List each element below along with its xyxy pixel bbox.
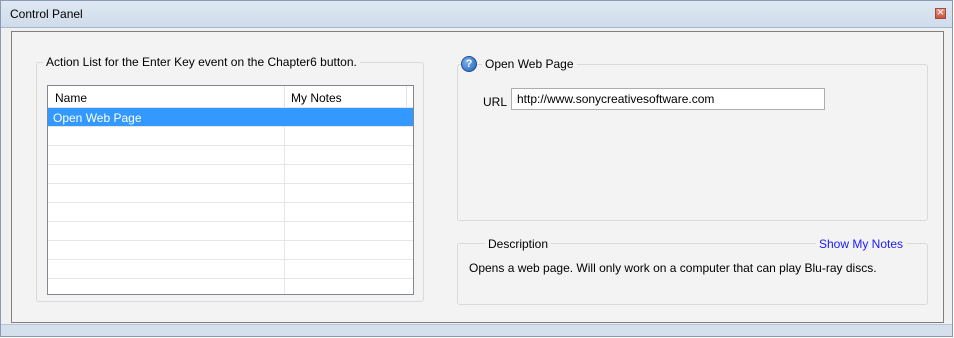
table-row[interactable] <box>48 165 413 184</box>
help-icon[interactable]: ? <box>461 56 477 72</box>
action-list[interactable]: Name My Notes Open Web Page <box>47 85 414 295</box>
row-notes-cell <box>285 108 406 126</box>
table-row[interactable]: Open Web Page <box>48 108 413 127</box>
description-label: Description <box>485 237 552 251</box>
description-text: Opens a web page. Will only work on a co… <box>469 261 877 275</box>
table-row[interactable] <box>48 241 413 260</box>
window-title: Control Panel <box>10 7 83 21</box>
show-my-notes-link[interactable]: Show My Notes <box>816 237 907 251</box>
close-button[interactable]: × <box>935 7 946 19</box>
table-row[interactable] <box>48 222 413 241</box>
column-header-name[interactable]: Name <box>55 91 87 105</box>
title-bar: Control Panel × <box>1 1 952 28</box>
column-divider[interactable] <box>284 86 285 107</box>
column-header-my-notes[interactable]: My Notes <box>291 91 342 105</box>
table-row[interactable] <box>48 127 413 146</box>
column-divider[interactable] <box>406 86 407 107</box>
url-input[interactable] <box>511 88 825 110</box>
table-row[interactable] <box>48 260 413 279</box>
bottom-strip <box>1 324 952 336</box>
table-row[interactable] <box>48 279 413 294</box>
url-label: URL <box>483 95 508 109</box>
action-title: Open Web Page <box>482 57 577 71</box>
table-row[interactable] <box>48 203 413 222</box>
close-icon: × <box>936 7 945 18</box>
row-name-cell: Open Web Page <box>53 111 142 125</box>
table-row[interactable] <box>48 184 413 203</box>
list-header: Name My Notes <box>48 86 413 108</box>
table-row[interactable] <box>48 146 413 165</box>
action-list-legend: Action List for the Enter Key event on t… <box>43 55 360 69</box>
